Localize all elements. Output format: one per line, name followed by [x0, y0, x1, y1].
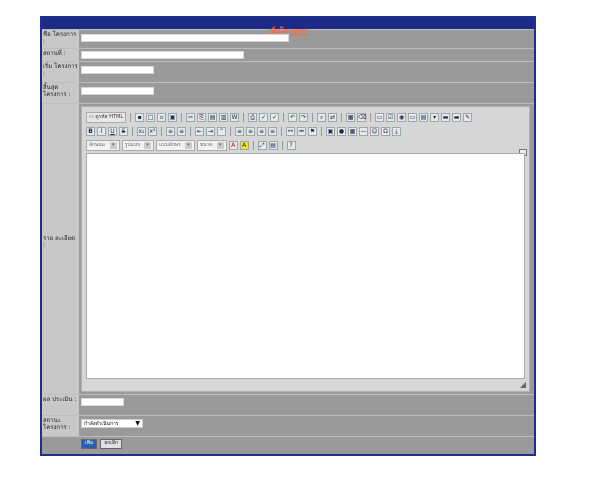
indent-icon[interactable]: ⇥ [206, 126, 215, 136]
special-char-icon[interactable]: Ω [381, 126, 390, 136]
hidden-field-icon[interactable]: ✎ [463, 112, 473, 122]
italic-icon[interactable]: I [97, 126, 106, 136]
table-icon[interactable]: ▦ [348, 126, 357, 136]
chevron-down-icon: ▾ [184, 141, 192, 149]
preview-icon[interactable]: ▫ [157, 112, 167, 122]
chevron-down-icon: ▼ [135, 420, 140, 427]
start-row: เริ่ม โครงการ : [42, 61, 534, 82]
cut-icon[interactable]: ✂ [186, 112, 196, 122]
outdent-icon[interactable]: ⇤ [195, 126, 204, 136]
underline-icon[interactable]: U [108, 126, 117, 136]
replace-icon[interactable]: ⇄ [328, 112, 338, 122]
maximize-icon[interactable]: ⤢ [257, 140, 267, 150]
textfield-icon[interactable]: ▭ [408, 112, 418, 122]
numbered-list-icon[interactable]: ≡ [166, 126, 175, 136]
textarea-icon[interactable]: ▤ [419, 112, 429, 122]
end-date-input[interactable] [81, 87, 154, 95]
place-row: สถานที่ : [42, 48, 534, 61]
save-icon[interactable]: ▪ [135, 112, 145, 122]
editor-toolbar: ▭ ดูรหัส HTML ▪ □ ▫ ▣ ✂ ⎘ ▤ ▥ W ⎙ ✓ ✓ ↶ … [82, 107, 529, 152]
spellcheck-icon[interactable]: ✓ [259, 112, 269, 122]
form-icon[interactable]: ▭ [375, 112, 385, 122]
button-field-icon[interactable]: ▬ [441, 112, 451, 122]
editor-content-area[interactable] [86, 153, 525, 379]
save-button[interactable]: เพิ่ม [81, 439, 98, 449]
smiley-icon[interactable]: ☺ [370, 126, 379, 136]
start-label: เริ่ม โครงการ : [42, 62, 79, 82]
chevron-down-icon: ▾ [109, 141, 117, 149]
redo-icon[interactable]: ↷ [299, 112, 309, 122]
paste-word-icon[interactable]: W [230, 112, 240, 122]
buttons-row: เพิ่ม ยกเลิก [42, 436, 534, 449]
start-date-input[interactable] [81, 66, 154, 74]
print-icon[interactable]: ⎙ [248, 112, 258, 122]
source-icon: ▭ [89, 114, 94, 120]
blockquote-icon[interactable]: ” [217, 126, 226, 136]
align-right-icon[interactable]: ≡ [257, 126, 266, 136]
paste-text-icon[interactable]: ▥ [219, 112, 229, 122]
project-name-input[interactable] [81, 34, 289, 42]
image-button-icon[interactable]: ▬ [452, 112, 462, 122]
bg-color-icon[interactable]: A [239, 140, 249, 150]
paste-icon[interactable]: ▤ [208, 112, 218, 122]
place-label: สถานที่ : [42, 49, 79, 61]
status-select[interactable]: กำลังดำเนินการ ▼ [81, 419, 143, 428]
show-blocks-icon[interactable]: ▤ [268, 140, 278, 150]
resize-handle-icon[interactable]: ◢ [520, 380, 526, 389]
chevron-down-icon: ▾ [144, 141, 152, 149]
help-icon[interactable]: ? [286, 140, 296, 150]
find-icon[interactable]: ⌕ [317, 112, 327, 122]
align-center-icon[interactable]: ≡ [246, 126, 255, 136]
status-label: สถานะ โครงการ : [42, 416, 79, 436]
horizontal-rule-icon[interactable]: — [359, 126, 368, 136]
align-justify-icon[interactable]: ≡ [268, 126, 277, 136]
details-label: ราย ละเอียด : [42, 104, 79, 394]
flash-icon[interactable]: ● [337, 126, 346, 136]
bold-icon[interactable]: B [86, 126, 95, 136]
image-icon[interactable]: ▣ [326, 126, 335, 136]
style-combo[interactable]: ลักษณะ ▾ [86, 139, 120, 151]
font-combo[interactable]: แบบอักษร ▾ [156, 139, 195, 151]
unlink-icon[interactable]: ⚮ [297, 126, 306, 136]
new-page-icon[interactable]: □ [146, 112, 156, 122]
size-combo[interactable]: ขนาด ▾ [196, 139, 227, 151]
select-all-icon[interactable]: ▦ [346, 112, 356, 122]
superscript-icon[interactable]: x² [148, 126, 157, 136]
subscript-icon[interactable]: x₂ [137, 126, 146, 136]
project-name-label: ชื่อ โครงการ : [42, 30, 79, 48]
place-input[interactable] [81, 51, 244, 59]
align-left-icon[interactable]: ≡ [235, 126, 244, 136]
strikethrough-icon[interactable]: S [119, 126, 128, 136]
details-row: ราย ละเอียด : ▭ ดูรหัส HTML ▪ □ ▫ ▣ ✂ ⎘ … [42, 103, 534, 394]
form-title-bar: เพิ่มโครงการ [42, 18, 534, 35]
radio-icon[interactable]: ◉ [397, 112, 407, 122]
cancel-button[interactable]: ยกเลิก [100, 439, 123, 449]
copy-icon[interactable]: ⎘ [197, 112, 207, 122]
rich-text-editor: ▭ ดูรหัส HTML ▪ □ ▫ ▣ ✂ ⎘ ▤ ▥ W ⎙ ✓ ✓ ↶ … [81, 106, 530, 392]
undo-icon[interactable]: ↶ [288, 112, 298, 122]
text-color-icon[interactable]: A [228, 140, 238, 150]
spellcheck-options-icon[interactable]: ✓ [270, 112, 280, 122]
view-source-button[interactable]: ▭ ดูรหัส HTML [86, 111, 127, 123]
project-name-row: ชื่อ โครงการ : [42, 29, 534, 48]
chevron-down-icon: ▾ [216, 141, 224, 149]
select-field-icon[interactable]: ▾ [430, 112, 440, 122]
remove-format-icon[interactable]: ⌫ [357, 112, 367, 122]
template-icon[interactable]: ▣ [168, 112, 178, 122]
bulleted-list-icon[interactable]: ≡ [177, 126, 186, 136]
status-row: สถานะ โครงการ : กำลังดำเนินการ ▼ [42, 415, 534, 436]
end-row: สิ้นสุด โครงการ : [42, 82, 534, 103]
add-project-form: เพิ่มโครงการ ชื่อ โครงการ : สถานที่ : เร… [40, 16, 536, 456]
checkbox-icon[interactable]: ☑ [386, 112, 396, 122]
evaluation-input[interactable] [81, 398, 124, 406]
evaluation-row: ผล ประเมิน : [42, 394, 534, 415]
page-break-icon[interactable]: ⤓ [392, 126, 401, 136]
link-icon[interactable]: ⚯ [286, 126, 295, 136]
evaluation-label: ผล ประเมิน : [42, 395, 79, 415]
format-combo[interactable]: รูปแบบ ▾ [121, 139, 155, 151]
anchor-icon[interactable]: ⚑ [308, 126, 317, 136]
end-label: สิ้นสุด โครงการ : [42, 83, 79, 103]
